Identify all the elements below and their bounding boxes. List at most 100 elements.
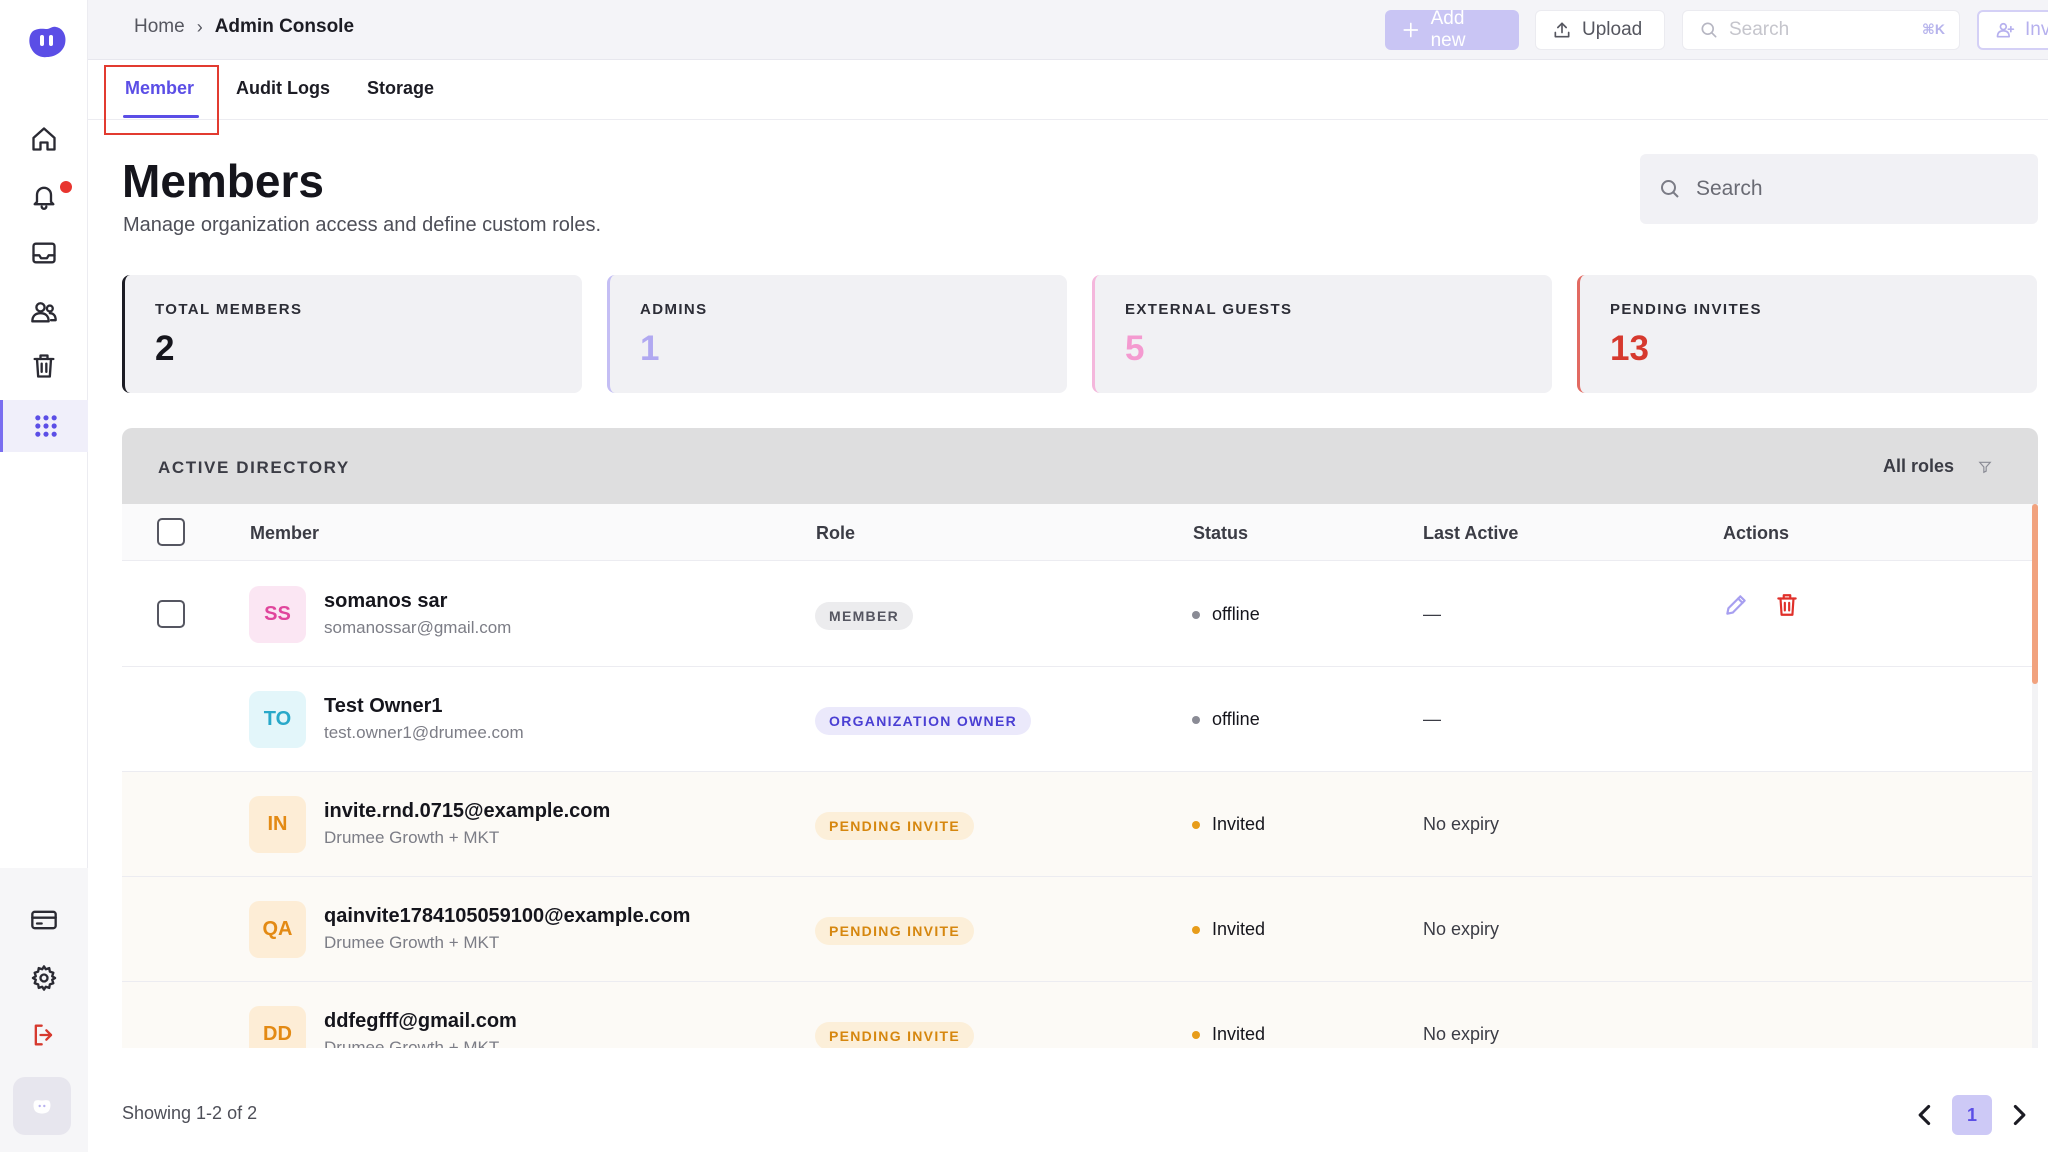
stat-value: 2 (155, 329, 175, 368)
trash-icon (1777, 594, 1797, 616)
member-avatar: QA (249, 901, 306, 958)
nav-notifications[interactable] (0, 170, 88, 222)
search-icon (1661, 180, 1679, 198)
invite-button[interactable]: Invite (1977, 10, 2048, 50)
grid-icon (34, 415, 57, 437)
nav-trash[interactable] (0, 340, 88, 392)
stat-value: 5 (1125, 329, 1145, 368)
page-title: Members (122, 155, 324, 207)
nav-logout[interactable] (0, 1009, 88, 1061)
table-row[interactable]: TO Test Owner1 test.owner1@drumee.com OR… (122, 667, 2038, 772)
row-checkbox[interactable] (157, 600, 185, 628)
user-avatar[interactable] (13, 1077, 71, 1135)
breadcrumb-separator: › (196, 16, 203, 37)
previous-page-button[interactable] (1910, 1098, 1940, 1132)
stat-card-total-members: TOTAL MEMBERS 2 (122, 275, 582, 393)
add-user-icon (1996, 22, 2015, 38)
stat-card-admins: ADMINS 1 (607, 275, 1067, 393)
member-status: Invited (1192, 1024, 1265, 1045)
role-badge: PENDING INVITE (815, 917, 974, 945)
table-row[interactable]: SS somanos sar somanossar@gmail.com MEMB… (122, 562, 2038, 667)
table-row[interactable]: IN invite.rnd.0715@example.com Drumee Gr… (122, 772, 2038, 877)
trash-icon (33, 354, 55, 378)
status-dot (1192, 1030, 1200, 1039)
role-filter[interactable]: All roles (1883, 456, 1992, 477)
column-member[interactable]: Member (250, 523, 319, 544)
directory-header: ACTIVE DIRECTORY All roles (122, 428, 2038, 504)
member-search-placeholder: Search (1696, 177, 1763, 200)
member-search-input[interactable]: Search (1640, 154, 2038, 224)
page-subtitle: Manage organization access and define cu… (123, 214, 602, 236)
inbox-icon (32, 242, 56, 264)
stat-label: TOTAL MEMBERS (155, 301, 303, 318)
nav-home[interactable] (0, 113, 88, 165)
nav-settings[interactable] (0, 952, 88, 1004)
status-text: offline (1212, 604, 1260, 624)
nav-billing[interactable] (0, 894, 88, 946)
pagination-summary: Showing 1-2 of 2 (122, 1103, 258, 1123)
tab-member[interactable]: Member (125, 78, 194, 99)
nav-members[interactable] (0, 286, 88, 338)
chevron-right-icon (2013, 1104, 2026, 1126)
stat-card-external-guests: EXTERNAL GUESTS 5 (1092, 275, 1552, 393)
table-scrollbar[interactable] (2032, 504, 2038, 1048)
tab-storage[interactable]: Storage (367, 78, 434, 99)
member-team: Drumee Growth + MKT (324, 933, 500, 952)
credit-card-icon (31, 910, 57, 930)
member-status: Invited (1192, 919, 1265, 940)
status-dot (1192, 610, 1200, 619)
edit-member-button[interactable] (1723, 592, 1749, 618)
member-avatar: DD (249, 1006, 306, 1048)
member-status: Invited (1192, 814, 1265, 835)
last-active: No expiry (1423, 814, 1500, 834)
last-active: — (1423, 604, 1441, 624)
tab-audit-logs[interactable]: Audit Logs (236, 78, 330, 99)
table-row[interactable]: DD ddfegfff@gmail.com Drumee Growth + MK… (122, 982, 2038, 1048)
member-avatar: SS (249, 586, 306, 643)
tab-bar: Member Audit Logs Storage (88, 60, 2048, 135)
last-active: No expiry (1423, 919, 1500, 939)
members-table: ACTIVE DIRECTORY All roles Member Role S… (122, 428, 2038, 1048)
member-team: Drumee Growth + MKT (324, 1038, 500, 1048)
column-status[interactable]: Status (1193, 523, 1248, 544)
directory-title: ACTIVE DIRECTORY (158, 458, 350, 477)
upload-label: Upload (1582, 19, 1643, 40)
table-row[interactable]: QA qainvite1784105059100@example.com Dru… (122, 877, 2038, 982)
home-icon (32, 127, 56, 151)
member-avatar: TO (249, 691, 306, 748)
scrollbar-thumb[interactable] (2032, 504, 2038, 684)
nav-apps[interactable] (0, 400, 88, 452)
breadcrumb: Home › Admin Console (134, 16, 354, 38)
bell-icon (33, 186, 55, 210)
member-name: somanos sar (324, 590, 448, 612)
column-last-active[interactable]: Last Active (1423, 523, 1518, 544)
status-text: Invited (1212, 1024, 1266, 1044)
table-header: Member Role Status Last Active Actions (122, 504, 2038, 561)
member-avatar: IN (249, 796, 306, 853)
last-active: No expiry (1423, 1024, 1500, 1044)
stat-card-pending-invites: PENDING INVITES 13 (1577, 275, 2037, 393)
member-name: ddfegfff@gmail.com (324, 1010, 517, 1032)
filter-icon (1978, 461, 1992, 473)
member-name: invite.rnd.0715@example.com (324, 800, 611, 822)
role-badge: PENDING INVITE (815, 1022, 974, 1048)
global-search-input[interactable]: Search ⌘K (1682, 10, 1960, 50)
upload-button[interactable]: Upload (1535, 10, 1665, 50)
next-page-button[interactable] (2004, 1098, 2034, 1132)
active-tab-highlight (104, 65, 219, 135)
app-logo[interactable] (27, 24, 67, 60)
page-number-button[interactable]: 1 (1952, 1095, 1992, 1135)
nav-inbox[interactable] (0, 227, 88, 279)
add-new-label: Add new (1430, 8, 1466, 51)
status-dot (1192, 715, 1200, 724)
member-email: somanossar@gmail.com (324, 618, 512, 637)
gear-icon (31, 965, 57, 991)
column-role[interactable]: Role (816, 523, 855, 544)
select-all-checkbox[interactable] (157, 518, 185, 546)
chevron-left-icon (1918, 1104, 1931, 1126)
upload-icon (1554, 22, 1570, 38)
breadcrumb-home[interactable]: Home (134, 16, 185, 38)
member-status: offline (1192, 604, 1260, 625)
add-new-button[interactable]: Add new (1385, 8, 1519, 51)
delete-member-button[interactable] (1774, 592, 1800, 618)
